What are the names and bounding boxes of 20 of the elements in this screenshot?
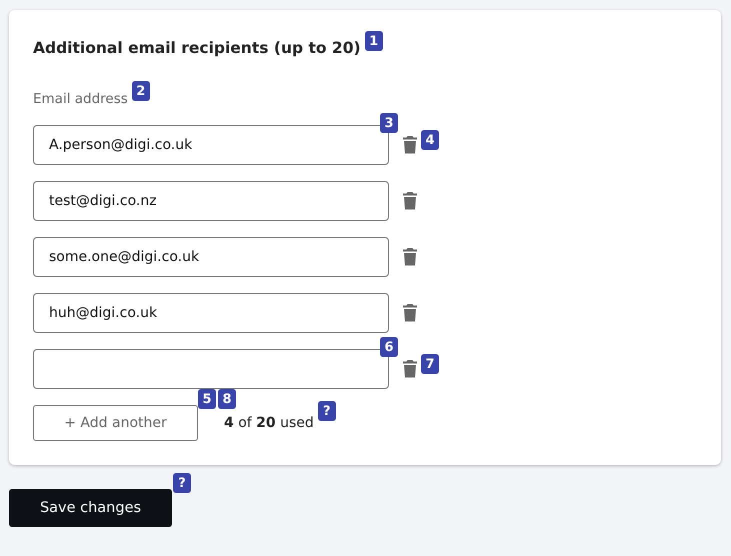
annotation-badge: 2 xyxy=(132,81,150,101)
trash-icon[interactable] xyxy=(403,304,417,322)
email-field[interactable]: huh@digi.co.uk xyxy=(33,293,389,333)
annotation-badge: 4 xyxy=(421,130,439,150)
annotation-badge: 7 xyxy=(421,354,439,374)
trash-icon[interactable] xyxy=(403,248,417,266)
trash-icon[interactable] xyxy=(403,360,417,378)
add-another-button[interactable]: + Add another xyxy=(33,405,198,441)
annotation-badge: 8 xyxy=(218,389,236,409)
trash-icon[interactable] xyxy=(403,136,417,154)
annotation-badge: 6 xyxy=(380,337,398,357)
annotation-badge: 3 xyxy=(380,113,398,133)
annotation-badge: ? xyxy=(173,473,191,493)
trash-icon[interactable] xyxy=(403,192,417,210)
email-field[interactable]: test@digi.co.nz xyxy=(33,181,389,221)
annotation-badge: 5 xyxy=(198,389,216,409)
save-button[interactable]: Save changes xyxy=(9,489,172,527)
email-field[interactable]: some.one@digi.co.uk xyxy=(33,237,389,277)
annotation-badge: 1 xyxy=(364,31,383,51)
annotation-badge: ? xyxy=(318,401,336,421)
